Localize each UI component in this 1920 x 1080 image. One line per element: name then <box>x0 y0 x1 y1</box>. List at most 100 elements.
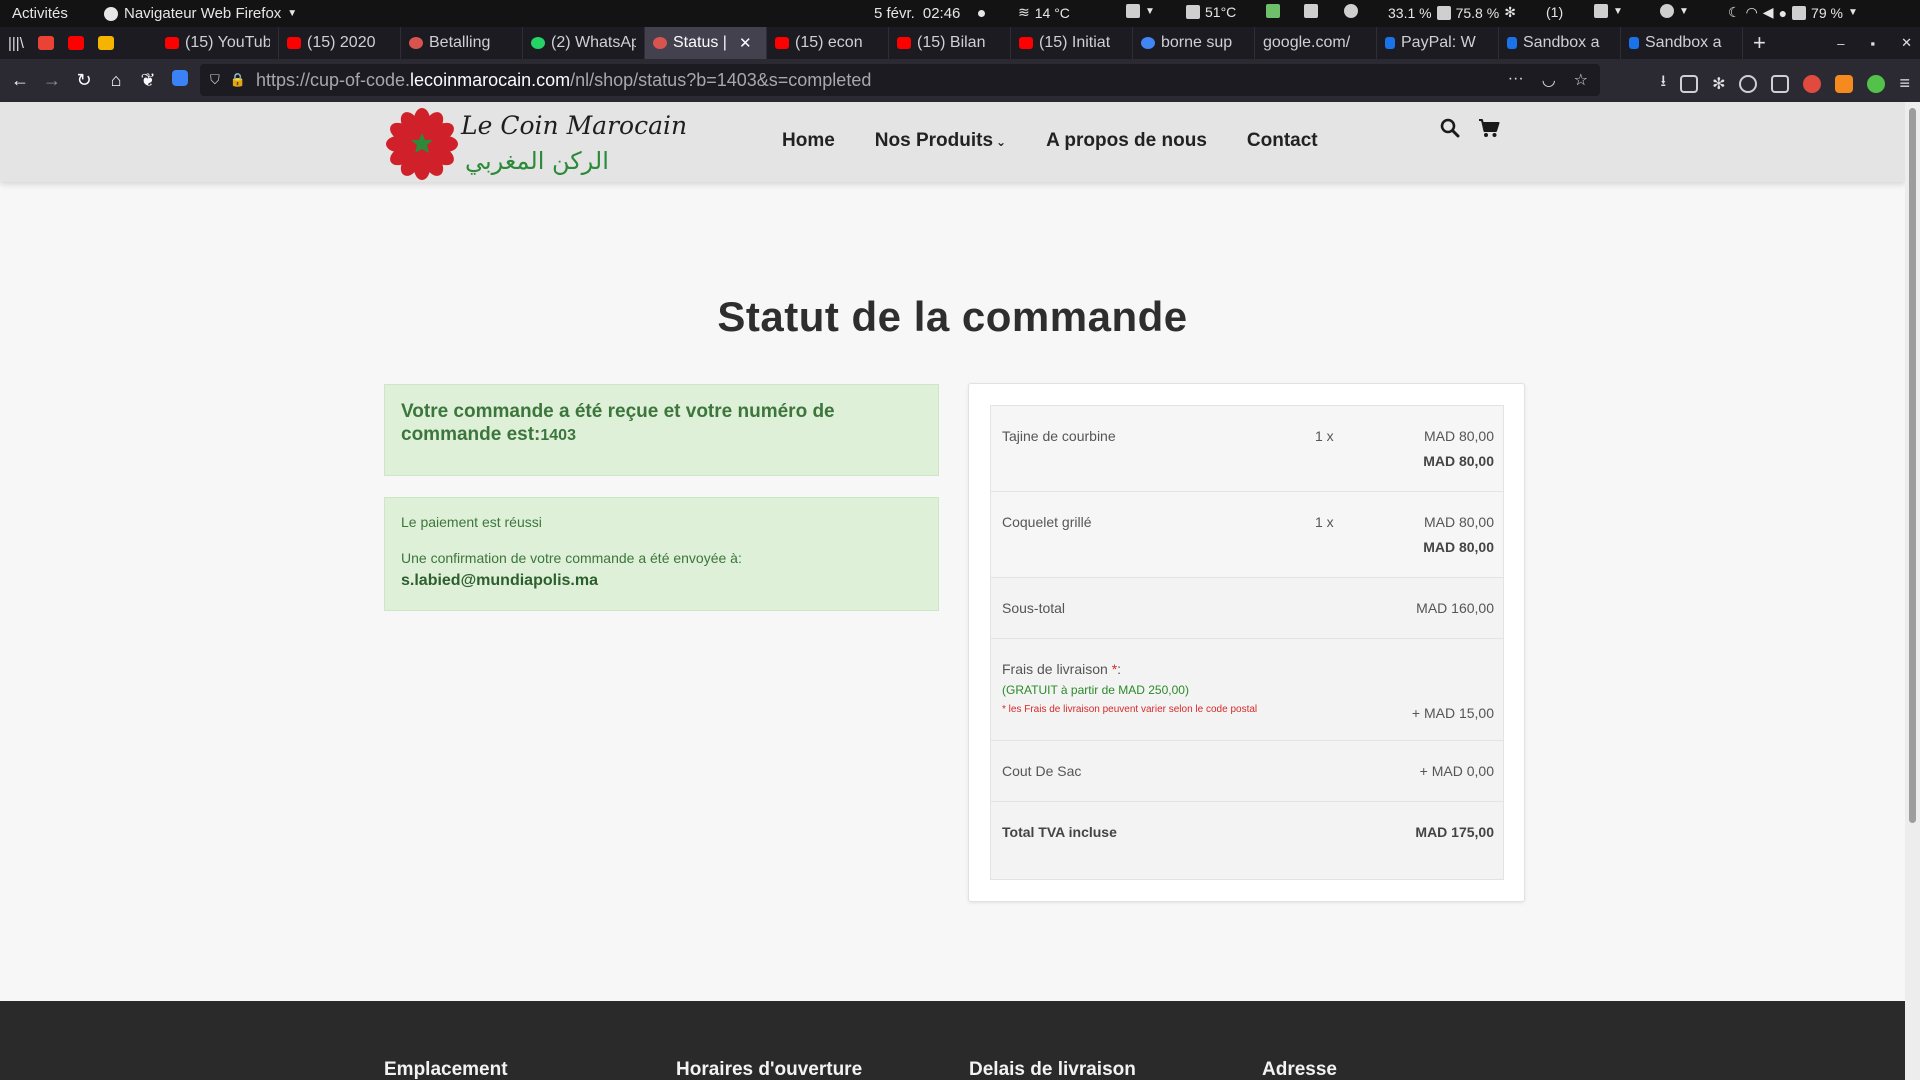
site-logo[interactable]: Le Coin Marocain الركن المغربي <box>385 105 687 181</box>
search-icon[interactable] <box>1440 118 1460 138</box>
shield-icon <box>1266 4 1280 18</box>
url-bar[interactable]: ⛉ 🔒 https://cup-of-code.lecoinmarocain.c… <box>200 64 1600 96</box>
battery-icon <box>1792 5 1807 20</box>
browser-tab[interactable]: borne sup <box>1133 27 1255 59</box>
navigation-toolbar: ← → ↻ ⌂ ❦ ⛉ 🔒 https://cup-of-code.lecoin… <box>0 59 1920 102</box>
firefox-icon <box>104 6 118 21</box>
item-qty: 1 x <box>1315 514 1334 530</box>
item-unit-price: MAD 80,00 <box>1423 514 1494 530</box>
refresh-icon <box>1344 4 1358 18</box>
payment-success-alert: Le paiement est réussi Une confirmation … <box>384 497 939 611</box>
browser-tab[interactable]: Betalling <box>401 27 523 59</box>
app-menu-label: Navigateur Web Firefox <box>124 5 282 22</box>
container-icon[interactable] <box>1771 74 1790 93</box>
caret-down-icon: ▼ <box>287 8 298 19</box>
update-indicator[interactable] <box>1344 4 1358 18</box>
browser-tab[interactable]: Sandbox a <box>1621 27 1743 59</box>
sidebar-icon[interactable] <box>1680 74 1699 93</box>
browser-tab[interactable]: (15) 2020 <box>279 27 401 59</box>
maximize-icon[interactable]: ▪ <box>1870 36 1875 51</box>
caret-down-icon: ▼ <box>1679 5 1689 17</box>
site-header: Le Coin Marocain الركن المغربي Home Nos … <box>0 102 1905 182</box>
main-navigation: Home Nos Produits ⌄ A propos de nous Cont… <box>782 130 1318 152</box>
nav-home[interactable]: Home <box>782 130 835 152</box>
page-title: Statut de la commande <box>717 293 1188 340</box>
microphone-icon: ● <box>1778 4 1788 21</box>
shield-icon[interactable]: ⛉ <box>210 72 220 88</box>
page-actions-icon[interactable]: ··· <box>1508 70 1524 90</box>
site-footer: Emplacement Horaires d'ouverture Delais … <box>0 1001 1905 1080</box>
activities-button[interactable]: Activités <box>12 5 68 22</box>
settings-gear-icon[interactable]: ✻ <box>1712 74 1725 94</box>
cpu-indicator[interactable]: 33.1 % 75.8 % ✻ <box>1388 4 1516 21</box>
notification-counter[interactable]: (1) <box>1546 4 1563 20</box>
reload-icon[interactable]: ↻ <box>68 70 100 91</box>
new-tab-button[interactable]: + <box>1743 30 1776 56</box>
indicator-menu[interactable]: ▼ <box>1126 4 1155 18</box>
app-menu[interactable]: Navigateur Web Firefox ▼ <box>104 5 297 22</box>
gear-icon: ✻ <box>1504 4 1516 20</box>
status-menu[interactable]: ☾ ◠ ◀ ● 79 % ▼ <box>1728 4 1858 21</box>
item-qty: 1 x <box>1315 428 1334 444</box>
home-icon[interactable]: ⌂ <box>100 70 132 91</box>
clipboard-indicator[interactable] <box>1304 4 1318 18</box>
zoom-extension-icon[interactable] <box>164 70 196 91</box>
minimize-icon[interactable]: – <box>1837 36 1844 51</box>
close-tab-icon[interactable]: ✕ <box>739 34 752 52</box>
forward-arrow-icon[interactable]: → <box>36 70 68 91</box>
browser-tab[interactable]: (15) Initiat <box>1011 27 1133 59</box>
browser-tab[interactable]: (15) YouTube <box>157 27 279 59</box>
accessibility-menu[interactable]: ▼ <box>1660 4 1689 18</box>
ublock-icon[interactable] <box>1803 74 1822 93</box>
url-text[interactable]: https://cup-of-code.lecoinmarocain.com/n… <box>256 70 871 91</box>
notification-count: (1) <box>1546 4 1564 20</box>
order-summary-card: Tajine de courbine 1 x MAD 80,00 MAD 80,… <box>968 383 1525 902</box>
shield-indicator[interactable] <box>1266 4 1280 18</box>
download-icon[interactable]: ⭳ <box>1660 70 1666 97</box>
extension-icon[interactable]: ❦ <box>132 70 164 91</box>
toolbar-icons: ⭳ ✻ ≡ <box>1660 70 1910 97</box>
browser-tab-active[interactable]: Status | ✕ <box>645 27 767 59</box>
youtube-icon[interactable] <box>67 36 84 50</box>
extension-orange-icon[interactable] <box>1835 74 1854 93</box>
chevron-down-icon: ⌄ <box>996 135 1007 149</box>
tab-strip: |||\ (15) YouTube (15) 2020 Betalling (2… <box>0 27 1920 59</box>
total-value: MAD 175,00 <box>1415 824 1494 840</box>
total-label: Total TVA incluse <box>1002 824 1117 840</box>
wifi-icon: ◠ <box>1745 4 1758 20</box>
weather-indicator[interactable]: ≋ 14 °C <box>1018 4 1070 21</box>
close-window-icon[interactable]: ✕ <box>1901 35 1912 51</box>
browser-tab[interactable]: PayPal: W <box>1377 27 1499 59</box>
browser-tab[interactable]: (15) econ <box>767 27 889 59</box>
page-scrollbar[interactable] <box>1905 102 1920 1080</box>
youtube-icon <box>775 37 789 49</box>
extension-green-icon[interactable] <box>1867 74 1886 93</box>
window-controls: – ▪ ✕ <box>1837 27 1912 59</box>
back-arrow-icon[interactable]: ← <box>4 70 36 91</box>
shipping-label: Frais de livraison *: <box>1002 661 1122 677</box>
hamburger-menu-icon[interactable]: ≡ <box>1899 73 1910 94</box>
paypal-icon <box>1507 37 1517 49</box>
browser-tab[interactable]: (2) WhatsApp <box>523 27 645 59</box>
nav-nos-produits[interactable]: Nos Produits ⌄ <box>875 130 1006 152</box>
google-slides-icon[interactable] <box>97 36 114 50</box>
cpu-temp-indicator[interactable]: 51°C <box>1186 4 1236 20</box>
browser-tab[interactable]: google.com/ <box>1255 27 1377 59</box>
bookmark-star-icon[interactable]: ☆ <box>1574 70 1588 90</box>
browser-tab[interactable]: Sandbox a <box>1499 27 1621 59</box>
lock-icon[interactable]: 🔒 <box>230 72 246 88</box>
nav-contact[interactable]: Contact <box>1247 130 1318 152</box>
account-icon[interactable] <box>1739 74 1758 93</box>
pocket-icon[interactable]: ◡ <box>1542 70 1556 90</box>
paypal-icon <box>1385 37 1395 49</box>
night-light-icon: ☾ <box>1728 4 1741 20</box>
library-icon[interactable]: |||\ <box>8 35 24 52</box>
browser-tab[interactable]: (15) Bilan <box>889 27 1011 59</box>
clipboard-menu[interactable]: ▼ <box>1594 4 1623 18</box>
scrollbar-thumb[interactable] <box>1909 108 1916 823</box>
cart-icon[interactable] <box>1478 118 1500 138</box>
clock[interactable]: 5 févr. 02:46 <box>874 5 986 22</box>
nav-a-propos[interactable]: A propos de nous <box>1046 130 1207 152</box>
confirmation-email: s.labied@mundiapolis.ma <box>401 572 598 589</box>
gmail-icon[interactable] <box>37 36 54 50</box>
